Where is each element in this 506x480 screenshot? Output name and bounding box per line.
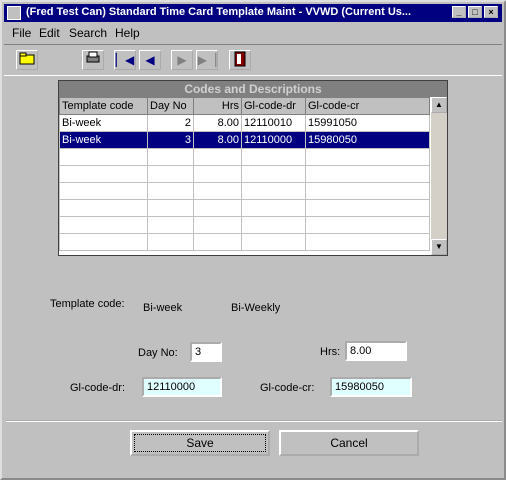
- prev-record-icon[interactable]: ◀: [139, 50, 161, 70]
- menu-help[interactable]: Help: [115, 26, 140, 40]
- app-window: (Fred Test Can) Standard Time Card Templ…: [0, 0, 506, 480]
- grid-title: Codes and Descriptions: [59, 81, 447, 97]
- menu-search[interactable]: Search: [69, 26, 107, 40]
- day-no-field[interactable]: [190, 342, 222, 362]
- cell-template-code: Bi-week: [59, 114, 148, 132]
- table-header-row: Template code Day No Hrs Gl-code-dr Gl-c…: [59, 97, 430, 115]
- menu-bar: File Edit Search Help: [4, 24, 502, 42]
- scroll-down-icon[interactable]: ▼: [431, 239, 447, 255]
- empty-row: [59, 233, 430, 251]
- cell-gl-code-cr: 15991050: [305, 114, 430, 132]
- empty-row: [59, 165, 430, 183]
- first-record-icon[interactable]: ▏◀: [114, 50, 136, 70]
- cell-hrs: 8.00: [193, 131, 242, 149]
- open-folder-icon[interactable]: [16, 50, 38, 70]
- hrs-label: Hrs:: [320, 346, 341, 358]
- template-code-label: Template code:: [50, 298, 125, 310]
- minimize-button[interactable]: _: [452, 6, 466, 18]
- print-icon[interactable]: [82, 50, 104, 70]
- last-record-icon[interactable]: ▶▕: [196, 50, 218, 70]
- cell-hrs: 8.00: [193, 114, 242, 132]
- cell-template-code: Bi-week: [59, 131, 148, 149]
- cancel-button[interactable]: Cancel: [279, 430, 419, 456]
- col-hrs[interactable]: Hrs: [193, 97, 242, 115]
- menu-edit[interactable]: Edit: [39, 26, 60, 40]
- cell-gl-code-cr: 15980050: [305, 131, 430, 149]
- maximize-button[interactable]: □: [468, 6, 482, 18]
- table-row-selected[interactable]: Bi-week 3 8.00 12110000 15980050: [59, 131, 430, 149]
- gl-code-cr-field[interactable]: [330, 377, 412, 397]
- cell-day-no: 2: [147, 114, 194, 132]
- cell-gl-code-dr: 12110000: [241, 131, 306, 149]
- cell-day-no: 3: [147, 131, 194, 149]
- exit-door-icon[interactable]: [229, 50, 251, 70]
- empty-row: [59, 182, 430, 200]
- day-no-label: Day No:: [138, 347, 178, 359]
- toolbar: ▏◀ ◀ ▶ ▶▕: [4, 44, 502, 76]
- gl-code-cr-label: Gl-code-cr:: [260, 382, 315, 394]
- grid-vertical-scrollbar[interactable]: ▲ ▼: [431, 97, 447, 255]
- window-title: (Fred Test Can) Standard Time Card Templ…: [26, 6, 412, 18]
- template-desc-value: Bi-Weekly: [231, 302, 281, 314]
- empty-row: [59, 199, 430, 217]
- table-row[interactable]: Bi-week 2 8.00 12110010 15991050: [59, 114, 430, 132]
- template-code-value: Bi-week: [143, 302, 183, 314]
- save-button[interactable]: Save: [130, 430, 270, 456]
- scroll-up-icon[interactable]: ▲: [431, 97, 447, 113]
- button-panel: Save Cancel: [6, 420, 502, 476]
- codes-table: Template code Day No Hrs Gl-code-dr Gl-c…: [59, 97, 430, 251]
- empty-row: [59, 216, 430, 234]
- app-icon: [7, 6, 21, 20]
- menu-file[interactable]: File: [12, 26, 31, 40]
- col-day-no[interactable]: Day No: [147, 97, 194, 115]
- cell-gl-code-dr: 12110010: [241, 114, 306, 132]
- codes-grid: Codes and Descriptions Template code Day…: [58, 80, 448, 256]
- hrs-field[interactable]: [345, 341, 407, 361]
- title-bar[interactable]: (Fred Test Can) Standard Time Card Templ…: [4, 4, 502, 22]
- col-gl-code-dr[interactable]: Gl-code-dr: [241, 97, 306, 115]
- gl-code-dr-label: Gl-code-dr:: [70, 382, 126, 394]
- close-button[interactable]: ×: [484, 6, 498, 18]
- gl-code-dr-field[interactable]: [142, 377, 222, 397]
- col-gl-code-cr[interactable]: Gl-code-cr: [305, 97, 430, 115]
- empty-row: [59, 148, 430, 166]
- next-record-icon[interactable]: ▶: [171, 50, 193, 70]
- col-template-code[interactable]: Template code: [59, 97, 148, 115]
